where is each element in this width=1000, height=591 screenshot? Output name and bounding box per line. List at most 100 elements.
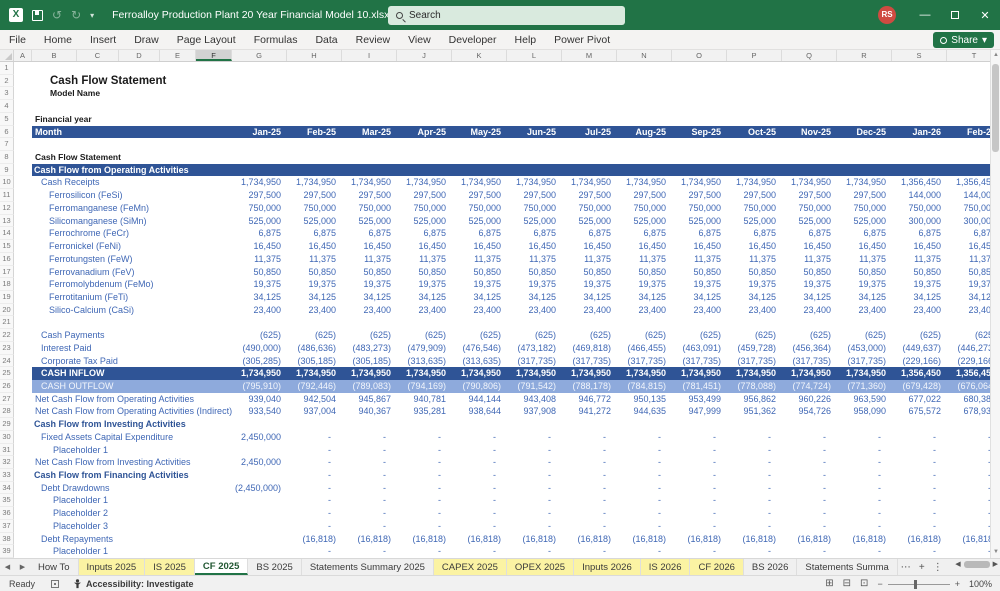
grid-cell[interactable]: - xyxy=(452,545,507,558)
sheet-tab-is-2026[interactable]: IS 2026 xyxy=(640,559,691,575)
grid-cell[interactable]: 951,362 xyxy=(727,405,782,418)
grid-cell[interactable]: 19,375 xyxy=(287,278,342,291)
grid-cell[interactable]: 677,022 xyxy=(892,393,947,406)
row-number[interactable]: 1 xyxy=(0,62,14,75)
ribbon-tab-home[interactable]: Home xyxy=(35,30,81,50)
grid-cell[interactable]: 11,375 xyxy=(397,253,452,266)
grid-cell[interactable]: 16,450 xyxy=(507,240,562,253)
grid-cell[interactable]: 6,875 xyxy=(727,227,782,240)
grid-cell[interactable]: - xyxy=(342,494,397,507)
grid-cell[interactable]: - xyxy=(782,494,837,507)
grid-cell[interactable]: (317,735) xyxy=(617,355,672,368)
grid-cell[interactable]: 1,734,950 xyxy=(672,367,727,380)
grid-cell[interactable]: - xyxy=(287,431,342,444)
grid-cell[interactable]: 937,004 xyxy=(287,405,342,418)
grid-cell[interactable]: (317,735) xyxy=(672,355,727,368)
grid-cell[interactable]: - xyxy=(342,482,397,495)
grid-cell[interactable]: - xyxy=(617,482,672,495)
grid-cell[interactable]: (317,735) xyxy=(562,355,617,368)
grid-cell[interactable]: 23,400 xyxy=(892,304,947,317)
grid-cell[interactable]: 23,400 xyxy=(672,304,727,317)
grid-cell[interactable]: 750,000 xyxy=(837,202,892,215)
grid-cell[interactable]: 6,875 xyxy=(342,227,397,240)
grid-cell[interactable]: - xyxy=(397,456,452,469)
more-sheets-button[interactable]: ⋯ xyxy=(898,559,914,575)
grid-cell[interactable]: 300,000 xyxy=(892,215,947,228)
grid-cell[interactable]: 50,850 xyxy=(782,266,837,279)
tab-scroll-right-icon[interactable]: ▶ xyxy=(15,559,30,575)
row-number[interactable]: 25 xyxy=(0,367,14,380)
grid-cell[interactable]: 942,504 xyxy=(287,393,342,406)
grid-cell[interactable]: - xyxy=(782,469,837,482)
grid-cell[interactable]: (625) xyxy=(507,329,562,342)
grid-cell[interactable]: 750,000 xyxy=(727,202,782,215)
ribbon-tab-formulas[interactable]: Formulas xyxy=(245,30,307,50)
grid-cell[interactable]: - xyxy=(782,545,837,558)
grid-cell[interactable]: 19,375 xyxy=(727,278,782,291)
row-number[interactable]: 4 xyxy=(0,100,14,113)
ribbon-tab-help[interactable]: Help xyxy=(506,30,546,50)
grid-cell[interactable]: Nov-25 xyxy=(782,126,837,139)
grid-cell[interactable]: (459,728) xyxy=(727,342,782,355)
grid-cell[interactable]: 1,734,950 xyxy=(232,176,287,189)
grid-cell[interactable]: 6,875 xyxy=(892,227,947,240)
grid-cell[interactable]: 1,734,950 xyxy=(397,367,452,380)
row-number[interactable]: 3 xyxy=(0,87,14,101)
select-all-corner[interactable] xyxy=(0,50,14,61)
grid-cell[interactable]: 6,875 xyxy=(617,227,672,240)
grid-cell[interactable]: 1,734,950 xyxy=(617,176,672,189)
row-label[interactable]: Placeholder 1 xyxy=(32,545,232,558)
grid-cell[interactable]: 297,500 xyxy=(837,189,892,202)
ribbon-tab-page-layout[interactable]: Page Layout xyxy=(168,30,245,50)
grid-cell[interactable]: 50,850 xyxy=(287,266,342,279)
grid-cell[interactable]: - xyxy=(452,469,507,482)
scroll-down-icon[interactable]: ▼ xyxy=(991,547,1000,558)
grid-cell[interactable]: 956,862 xyxy=(727,393,782,406)
grid-cell[interactable]: 19,375 xyxy=(342,278,397,291)
grid-cell[interactable]: Jan-25 xyxy=(232,126,287,139)
row-label[interactable]: Placeholder 1 xyxy=(32,494,232,507)
grid-cell[interactable]: 16,450 xyxy=(672,240,727,253)
sheet-tab-cf-2026[interactable]: CF 2026 xyxy=(690,559,744,575)
grid-cell[interactable]: - xyxy=(507,469,562,482)
grid-cell[interactable]: (625) xyxy=(782,329,837,342)
row-number[interactable]: 26 xyxy=(0,379,14,393)
grid-cell[interactable]: (317,735) xyxy=(837,355,892,368)
grid-cell[interactable]: - xyxy=(507,545,562,558)
grid-cell[interactable]: 1,734,950 xyxy=(232,367,287,380)
row-label[interactable]: Ferromolybdenum (FeMo) xyxy=(32,278,232,291)
grid-cell[interactable]: 34,125 xyxy=(287,291,342,304)
grid-cell[interactable]: - xyxy=(727,545,782,558)
grid-cell[interactable]: 19,375 xyxy=(672,278,727,291)
grid-cell[interactable] xyxy=(232,533,287,546)
grid-cell[interactable]: Jul-25 xyxy=(562,126,617,139)
grid-cell[interactable]: (2,450,000) xyxy=(232,482,287,495)
grid-cell[interactable]: 2,450,000 xyxy=(232,431,287,444)
column-header-M[interactable]: M xyxy=(562,50,617,61)
grid-cell[interactable]: 750,000 xyxy=(892,202,947,215)
grid-cell[interactable]: (463,091) xyxy=(672,342,727,355)
grid-cell[interactable]: - xyxy=(727,444,782,457)
grid-cell[interactable]: 11,375 xyxy=(892,253,947,266)
grid-cell[interactable]: 23,400 xyxy=(397,304,452,317)
grid-cell[interactable]: 953,499 xyxy=(672,393,727,406)
grid-cell[interactable] xyxy=(232,545,287,558)
grid-cell[interactable]: (771,360) xyxy=(837,380,892,393)
grid-cell[interactable]: 19,375 xyxy=(397,278,452,291)
column-header-G[interactable]: G xyxy=(232,50,287,61)
grid-cell[interactable]: - xyxy=(727,507,782,520)
grid-cell[interactable]: - xyxy=(342,545,397,558)
grid-cell[interactable]: - xyxy=(672,494,727,507)
row-label[interactable]: Net Cash Flow from Operating Activities … xyxy=(32,405,232,418)
grid-cell[interactable]: 525,000 xyxy=(452,215,507,228)
grid-cell[interactable]: - xyxy=(397,545,452,558)
grid-cell[interactable]: - xyxy=(837,507,892,520)
grid-cell[interactable]: - xyxy=(617,456,672,469)
grid-cell[interactable]: 34,125 xyxy=(507,291,562,304)
horizontal-scrollbar[interactable]: ◀ ▶ xyxy=(955,560,998,568)
grid-cell[interactable]: 939,040 xyxy=(232,393,287,406)
grid-cell[interactable] xyxy=(232,507,287,520)
grid-cell[interactable]: (483,273) xyxy=(342,342,397,355)
grid-cell[interactable]: (679,428) xyxy=(892,380,947,393)
grid-cell[interactable]: 19,375 xyxy=(452,278,507,291)
